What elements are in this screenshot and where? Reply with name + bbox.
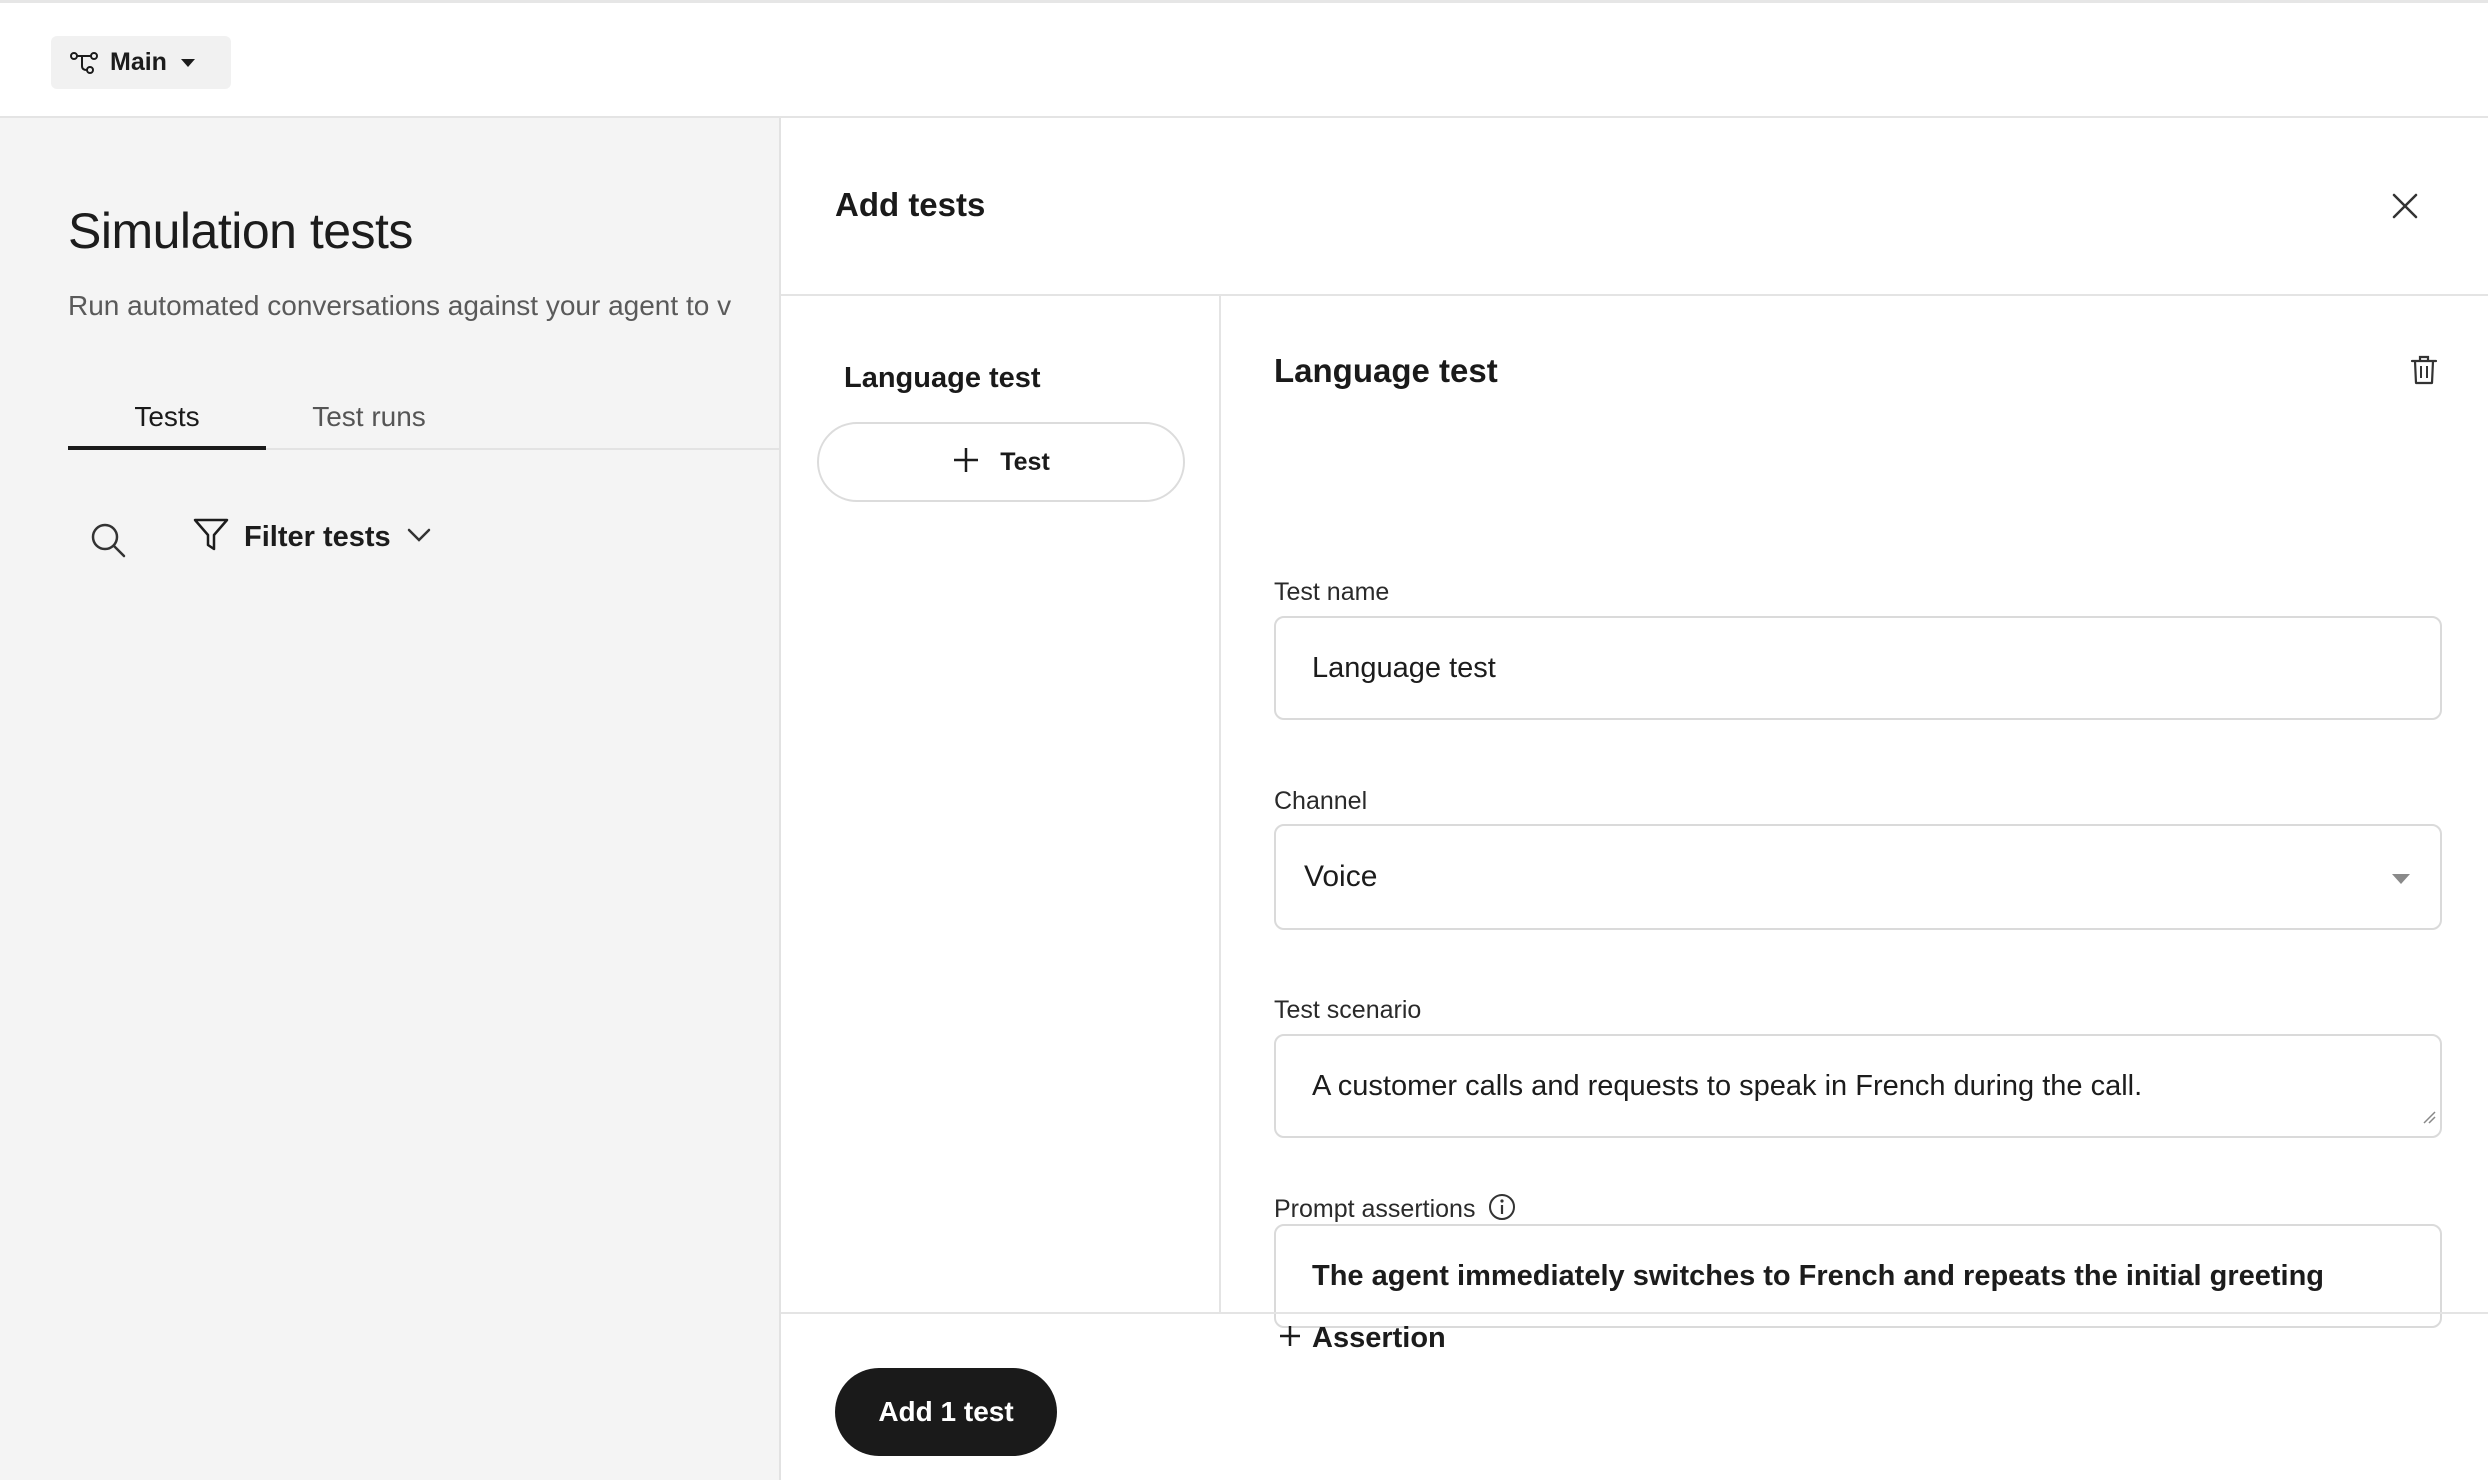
drawer-header: Add tests — [781, 118, 2488, 296]
branch-label: Main — [110, 48, 167, 76]
plus-icon — [952, 446, 980, 479]
add-test-label: Test — [1000, 447, 1050, 476]
close-icon[interactable] — [2389, 190, 2421, 227]
test-scenario-value: A customer calls and requests to speak i… — [1312, 1069, 2143, 1102]
test-scenario-label: Test scenario — [1274, 996, 1422, 1024]
add-tests-submit-button[interactable]: Add 1 test — [835, 1368, 1057, 1456]
form-heading: Language test — [1274, 352, 1498, 389]
page-tabs: Tests Test runs — [68, 396, 780, 450]
top-bar: Main — [0, 0, 2488, 118]
page-subtitle: Run automated conversations against your… — [68, 290, 732, 321]
channel-select[interactable]: Voice — [1274, 824, 2442, 930]
search-icon[interactable] — [88, 520, 128, 565]
test-name-label: Test name — [1274, 578, 1390, 606]
branch-selector[interactable]: Main — [51, 36, 231, 89]
add-test-button[interactable]: Test — [817, 422, 1185, 502]
caret-down-icon — [2390, 860, 2412, 894]
trash-icon[interactable] — [2409, 354, 2439, 391]
list-item[interactable]: Language test — [844, 362, 1041, 395]
prompt-assertions-label: Prompt assertions — [1274, 1193, 1516, 1228]
resize-handle-icon[interactable] — [2420, 1099, 2436, 1132]
test-form: Language test Test name Language test Ch… — [1222, 296, 2488, 1354]
page-title: Simulation tests — [68, 203, 413, 259]
drawer-footer: Add 1 test — [781, 1312, 2488, 1480]
test-name-input[interactable]: Language test — [1274, 616, 2442, 720]
add-tests-drawer: Add tests Language test Test Language te… — [779, 118, 2488, 1480]
info-icon[interactable] — [1488, 1193, 1516, 1228]
branch-icon — [70, 51, 98, 75]
tab-test-runs[interactable]: Test runs — [294, 396, 444, 450]
caret-down-icon — [179, 57, 197, 69]
drawer-title: Add tests — [835, 186, 986, 223]
tab-tests[interactable]: Tests — [68, 396, 266, 450]
filter-icon — [192, 516, 230, 559]
filter-tests-button[interactable]: Filter tests — [192, 516, 433, 559]
tests-list: Language test Test — [781, 296, 1221, 1312]
channel-label: Channel — [1274, 787, 1368, 815]
filter-tests-label: Filter tests — [244, 521, 391, 553]
chevron-down-icon — [405, 526, 433, 549]
prompt-assertions-text: Prompt assertions — [1274, 1195, 1476, 1224]
channel-value: Voice — [1304, 860, 1378, 893]
simulation-tests-page: Simulation tests Run automated conversat… — [0, 118, 780, 1480]
test-scenario-textarea[interactable]: A customer calls and requests to speak i… — [1274, 1034, 2442, 1138]
